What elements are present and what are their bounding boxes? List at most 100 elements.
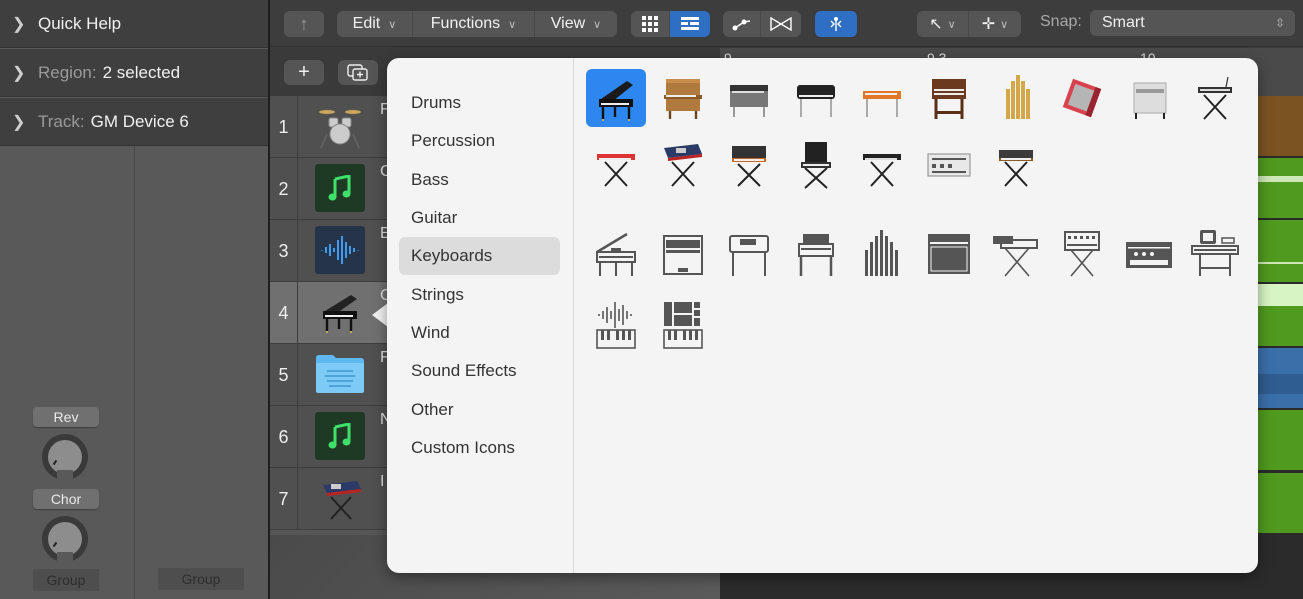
category-bass[interactable]: Bass bbox=[399, 161, 560, 199]
duplicate-track-button[interactable] bbox=[338, 60, 378, 85]
automation-group bbox=[723, 11, 801, 37]
popover-divider bbox=[573, 58, 574, 573]
edit-menu[interactable]: Edit ∨ bbox=[337, 11, 413, 37]
chevron-down-icon: ∨ bbox=[1000, 18, 1009, 31]
upright-piano-outline-icon[interactable] bbox=[653, 224, 713, 282]
quick-help-row[interactable]: ❯ Quick Help bbox=[0, 0, 268, 48]
automation-button[interactable] bbox=[723, 11, 761, 37]
view-menu[interactable]: View ∨ bbox=[535, 11, 617, 37]
flex-bowtie-icon bbox=[770, 17, 792, 31]
flex-button[interactable] bbox=[761, 11, 801, 37]
audio-waveform-icon[interactable] bbox=[315, 226, 365, 274]
electric-piano-icon[interactable] bbox=[719, 69, 779, 127]
region-audio[interactable] bbox=[1258, 220, 1303, 282]
back-button[interactable]: ↑ bbox=[284, 11, 324, 37]
inspector-panel: ❯ Quick Help ❯ Region: 2 selected ❯ Trac… bbox=[0, 0, 268, 599]
category-other[interactable]: Other bbox=[399, 391, 560, 429]
category-custom-icons[interactable]: Custom Icons bbox=[399, 429, 560, 467]
view-label: View bbox=[550, 15, 586, 32]
category-wind[interactable]: Wind bbox=[399, 314, 560, 352]
view-toggle-group bbox=[631, 11, 710, 37]
add-track-button[interactable]: + bbox=[284, 60, 324, 85]
track-number: 7 bbox=[270, 468, 298, 530]
workstation-synth-icon[interactable] bbox=[653, 136, 713, 194]
chevron-down-icon: ∨ bbox=[508, 18, 517, 31]
functions-menu[interactable]: Functions ∨ bbox=[413, 11, 535, 37]
region-instrument[interactable] bbox=[1258, 473, 1303, 533]
grid-icon bbox=[642, 16, 658, 32]
catch-playhead-button[interactable] bbox=[815, 11, 857, 37]
region-value: 2 selected bbox=[102, 62, 181, 82]
sequencer-keys-icon[interactable] bbox=[653, 296, 713, 354]
region-drums[interactable] bbox=[1258, 96, 1303, 156]
snap-label: Snap: bbox=[1040, 13, 1082, 30]
grand-piano-outline-icon[interactable] bbox=[586, 224, 646, 282]
track-icon-popover: Drums Percussion Bass Guitar Keyboards S… bbox=[387, 58, 1258, 573]
sampler-keys-icon[interactable] bbox=[586, 296, 646, 354]
region-row[interactable]: ❯ Region: 2 selected bbox=[0, 49, 268, 97]
upright-piano-icon[interactable] bbox=[653, 69, 713, 127]
amp-organ-outline-icon[interactable] bbox=[919, 224, 979, 282]
analog-synth-icon[interactable] bbox=[719, 136, 779, 194]
rev-knob[interactable] bbox=[42, 434, 88, 482]
updown-chevron-icon: ⇳ bbox=[1274, 16, 1285, 30]
vintage-synth-stand-icon[interactable] bbox=[986, 136, 1046, 194]
computer-keyboard-outline-icon[interactable] bbox=[1185, 224, 1245, 282]
edit-label: Edit bbox=[352, 15, 381, 32]
pointer-tool-menu[interactable]: ↖ ∨ bbox=[917, 11, 969, 37]
synth-stand-icon[interactable] bbox=[315, 474, 365, 522]
category-keyboards[interactable]: Keyboards bbox=[399, 237, 560, 275]
category-drums[interactable]: Drums bbox=[399, 84, 560, 122]
group-button-left[interactable]: Group bbox=[33, 569, 99, 591]
region-folder[interactable] bbox=[1258, 348, 1303, 408]
drum-kit-icon[interactable] bbox=[315, 102, 365, 150]
chor-button[interactable]: Chor bbox=[33, 489, 99, 509]
category-guitar[interactable]: Guitar bbox=[399, 199, 560, 237]
electric-piano-outline-icon[interactable] bbox=[719, 224, 779, 282]
keyboard-stand-outline-icon[interactable] bbox=[986, 224, 1046, 282]
functions-label: Functions bbox=[430, 15, 501, 32]
tracks-view-button[interactable] bbox=[670, 11, 710, 37]
group-button-right[interactable]: Group bbox=[158, 568, 244, 590]
grid-view-button[interactable] bbox=[631, 11, 670, 37]
synth-stand-outline-icon[interactable] bbox=[1052, 224, 1112, 282]
chor-knob[interactable] bbox=[42, 516, 88, 564]
midi-note-icon[interactable] bbox=[315, 164, 365, 212]
region-piano[interactable] bbox=[1258, 284, 1303, 346]
red-synth-stand-icon[interactable] bbox=[586, 136, 646, 194]
drum-machine-icon[interactable] bbox=[919, 136, 979, 194]
secondary-tool-menu[interactable]: ✛ ∨ bbox=[969, 11, 1021, 37]
accordion-icon[interactable] bbox=[1052, 69, 1112, 127]
grand-piano-icon[interactable] bbox=[315, 288, 365, 336]
category-percussion[interactable]: Percussion bbox=[399, 122, 560, 160]
tracks-list-icon bbox=[681, 17, 699, 30]
rhodes-piano-icon[interactable] bbox=[786, 69, 846, 127]
organ-cabinet-icon[interactable] bbox=[919, 69, 979, 127]
keyboard-stand-mic-icon[interactable] bbox=[1185, 69, 1245, 127]
region-midi-2[interactable] bbox=[1258, 410, 1303, 470]
pipe-organ-icon[interactable] bbox=[986, 69, 1046, 127]
track-key: Track: bbox=[38, 111, 85, 131]
track-row[interactable]: ❯ Track: GM Device 6 bbox=[0, 98, 268, 146]
harpsichord-outline-icon[interactable] bbox=[786, 224, 846, 282]
region-midi[interactable] bbox=[1258, 158, 1303, 218]
modular-synth-icon[interactable] bbox=[786, 136, 846, 194]
catch-group bbox=[815, 11, 857, 37]
harmonium-icon[interactable] bbox=[1119, 69, 1179, 127]
up-arrow-icon: ↑ bbox=[299, 13, 309, 34]
midi-note-icon[interactable] bbox=[315, 412, 365, 460]
category-strings[interactable]: Strings bbox=[399, 276, 560, 314]
catch-icon bbox=[830, 17, 842, 31]
track-number: 1 bbox=[270, 96, 298, 158]
rev-button[interactable]: Rev bbox=[33, 407, 99, 427]
black-synth-stand-icon[interactable] bbox=[852, 136, 912, 194]
plus-icon: + bbox=[298, 61, 310, 83]
chevron-right-icon: ❯ bbox=[12, 64, 26, 82]
folder-icon[interactable] bbox=[315, 350, 365, 398]
snap-select[interactable]: Smart ⇳ bbox=[1090, 10, 1295, 36]
pipe-organ-outline-icon[interactable] bbox=[852, 224, 912, 282]
category-sound-effects[interactable]: Sound Effects bbox=[399, 352, 560, 390]
grand-piano-icon[interactable] bbox=[586, 69, 646, 127]
stage-piano-icon[interactable] bbox=[852, 69, 912, 127]
rack-synth-outline-icon[interactable] bbox=[1119, 224, 1179, 282]
